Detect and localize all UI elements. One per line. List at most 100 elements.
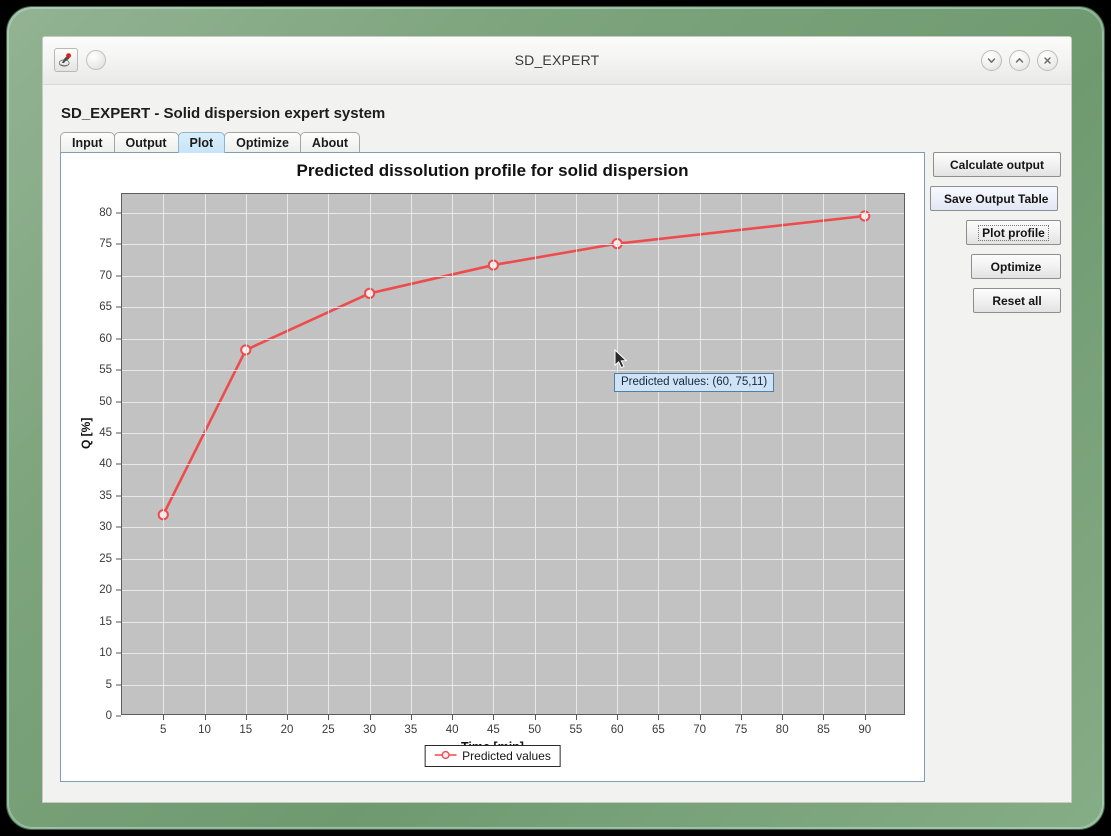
x-axis-tick-label: 30 bbox=[363, 724, 376, 736]
x-axis-tick-label: 75 bbox=[734, 724, 748, 736]
maximize-button[interactable] bbox=[1009, 50, 1030, 71]
window-frame: SD_EXPERT SD_EXPERT - Solid dispersion e… bbox=[6, 6, 1105, 830]
tab-output[interactable]: Output bbox=[113, 132, 179, 153]
x-axis-tick-mark bbox=[452, 715, 454, 720]
y-axis-tick-label: 40 bbox=[99, 458, 112, 471]
gridline-vertical bbox=[740, 194, 742, 714]
gridline-vertical bbox=[617, 194, 619, 714]
y-axis-tick-label: 35 bbox=[99, 489, 112, 502]
tab-bar: Input Output Plot Optimize About bbox=[60, 131, 361, 153]
optimize-button[interactable]: Optimize bbox=[971, 254, 1061, 279]
y-axis-tick-label: 10 bbox=[99, 647, 112, 660]
y-axis-tick-label: 65 bbox=[99, 301, 112, 314]
gridline-vertical bbox=[287, 194, 289, 714]
x-axis-tick-label: 80 bbox=[775, 724, 789, 736]
tab-label: Plot bbox=[189, 136, 214, 150]
x-axis-tick-label: 20 bbox=[280, 724, 294, 736]
application-window: SD_EXPERT SD_EXPERT - Solid dispersion e… bbox=[42, 36, 1072, 803]
x-axis-tick-label: 60 bbox=[610, 724, 624, 736]
tab-input[interactable]: Input bbox=[60, 132, 115, 153]
gridline-horizontal bbox=[122, 621, 904, 623]
gridline-vertical bbox=[534, 194, 536, 714]
x-axis-tick-label: 10 bbox=[198, 724, 211, 736]
x-axis-tick-label: 85 bbox=[817, 724, 830, 736]
application-body: SD_EXPERT - Solid dispersion expert syst… bbox=[43, 85, 1071, 802]
y-axis-tick-label: 5 bbox=[105, 678, 112, 691]
button-label: Plot profile bbox=[978, 224, 1049, 241]
reset-all-button[interactable]: Reset all bbox=[973, 288, 1061, 313]
minimize-button[interactable] bbox=[981, 50, 1002, 71]
page-title: SD_EXPERT - Solid dispersion expert syst… bbox=[61, 105, 386, 122]
tab-plot[interactable]: Plot bbox=[177, 132, 226, 153]
gridline-vertical bbox=[575, 194, 577, 714]
y-axis-tick-label: 80 bbox=[99, 206, 112, 219]
y-axis-tick-label: 45 bbox=[99, 426, 112, 439]
gridline-vertical bbox=[493, 194, 495, 714]
y-axis-tick-label: 75 bbox=[99, 238, 112, 251]
x-axis-tick-label: 35 bbox=[404, 724, 418, 736]
gridline-horizontal bbox=[122, 275, 904, 277]
gridline-horizontal bbox=[122, 432, 904, 434]
tab-label: Optimize bbox=[236, 136, 289, 150]
x-axis-tick-label: 70 bbox=[693, 724, 707, 736]
button-label: Save Output Table bbox=[944, 191, 1049, 206]
gridline-horizontal bbox=[122, 653, 904, 655]
action-button-panel: Calculate output Save Output Table Plot pr… bbox=[930, 152, 1061, 322]
tab-optimize[interactable]: Optimize bbox=[224, 132, 301, 153]
x-axis-tick-mark bbox=[287, 715, 289, 720]
data-point-tooltip: Predicted values: (60, 75,11) bbox=[614, 373, 775, 392]
x-axis-tick-label: 45 bbox=[486, 724, 500, 736]
gridline-horizontal bbox=[122, 212, 904, 214]
x-axis-tick-mark bbox=[245, 715, 247, 720]
x-axis-tick-label: 65 bbox=[652, 724, 665, 736]
tab-label: Output bbox=[125, 136, 167, 150]
x-axis-tick-mark bbox=[782, 715, 784, 720]
calculate-output-button[interactable]: Calculate output bbox=[933, 152, 1061, 177]
gridline-vertical bbox=[328, 194, 330, 714]
x-axis-tick-label: 90 bbox=[858, 724, 872, 736]
window-title: SD_EXPERT bbox=[514, 52, 600, 68]
x-axis-tick-mark bbox=[575, 715, 577, 720]
button-label: Calculate output bbox=[949, 157, 1044, 172]
gridline-vertical bbox=[782, 194, 784, 714]
y-axis-tick-label: 55 bbox=[99, 364, 112, 377]
x-axis-tick-mark bbox=[823, 715, 825, 720]
gridline-vertical bbox=[864, 194, 866, 714]
gridline-vertical bbox=[658, 194, 660, 714]
gridline-horizontal bbox=[122, 464, 904, 466]
gridline-horizontal bbox=[122, 590, 904, 592]
save-output-table-button[interactable]: Save Output Table bbox=[930, 186, 1058, 211]
x-axis-tick-mark bbox=[617, 715, 619, 720]
gridline-vertical bbox=[245, 194, 247, 714]
gridline-vertical bbox=[823, 194, 825, 714]
x-axis-tick-mark bbox=[699, 715, 701, 720]
gridline-horizontal bbox=[122, 370, 904, 372]
title-bar: SD_EXPERT bbox=[43, 37, 1071, 85]
x-axis-tick-mark bbox=[864, 715, 866, 720]
x-axis-tick-mark bbox=[740, 715, 742, 720]
close-button[interactable] bbox=[1037, 50, 1058, 71]
chart-panel: Predicted dissolution profile for solid … bbox=[60, 152, 925, 782]
button-label: Optimize bbox=[990, 259, 1042, 274]
tab-label: About bbox=[311, 136, 349, 150]
x-axis-tick-label: 40 bbox=[445, 724, 459, 736]
plot-area[interactable] bbox=[121, 193, 905, 715]
gridline-vertical bbox=[699, 194, 701, 714]
y-axis-tick-label: 15 bbox=[99, 615, 112, 628]
button-label: Reset all bbox=[992, 293, 1042, 308]
y-axis-label: Q [%] bbox=[79, 417, 93, 449]
gridline-vertical bbox=[163, 194, 165, 714]
y-axis-tick-label: 60 bbox=[99, 332, 112, 345]
x-axis-tick-mark bbox=[163, 715, 165, 720]
chart-title: Predicted dissolution profile for solid … bbox=[296, 161, 689, 180]
y-axis-tick-label: 25 bbox=[99, 552, 112, 565]
tab-about[interactable]: About bbox=[299, 132, 361, 153]
gridline-horizontal bbox=[122, 338, 904, 340]
y-axis-tick-label: 70 bbox=[99, 269, 112, 282]
plot-profile-button[interactable]: Plot profile bbox=[966, 220, 1061, 245]
desktop-background: SD_EXPERT SD_EXPERT - Solid dispersion e… bbox=[0, 0, 1111, 836]
x-axis-tick-mark bbox=[493, 715, 495, 720]
x-axis-tick-label: 25 bbox=[321, 724, 335, 736]
x-axis-tick-mark bbox=[658, 715, 660, 720]
y-axis: 0 5 10 15 20 25 30 35 40 45 50 55 60 65 70 75 80 bbox=[61, 193, 121, 722]
